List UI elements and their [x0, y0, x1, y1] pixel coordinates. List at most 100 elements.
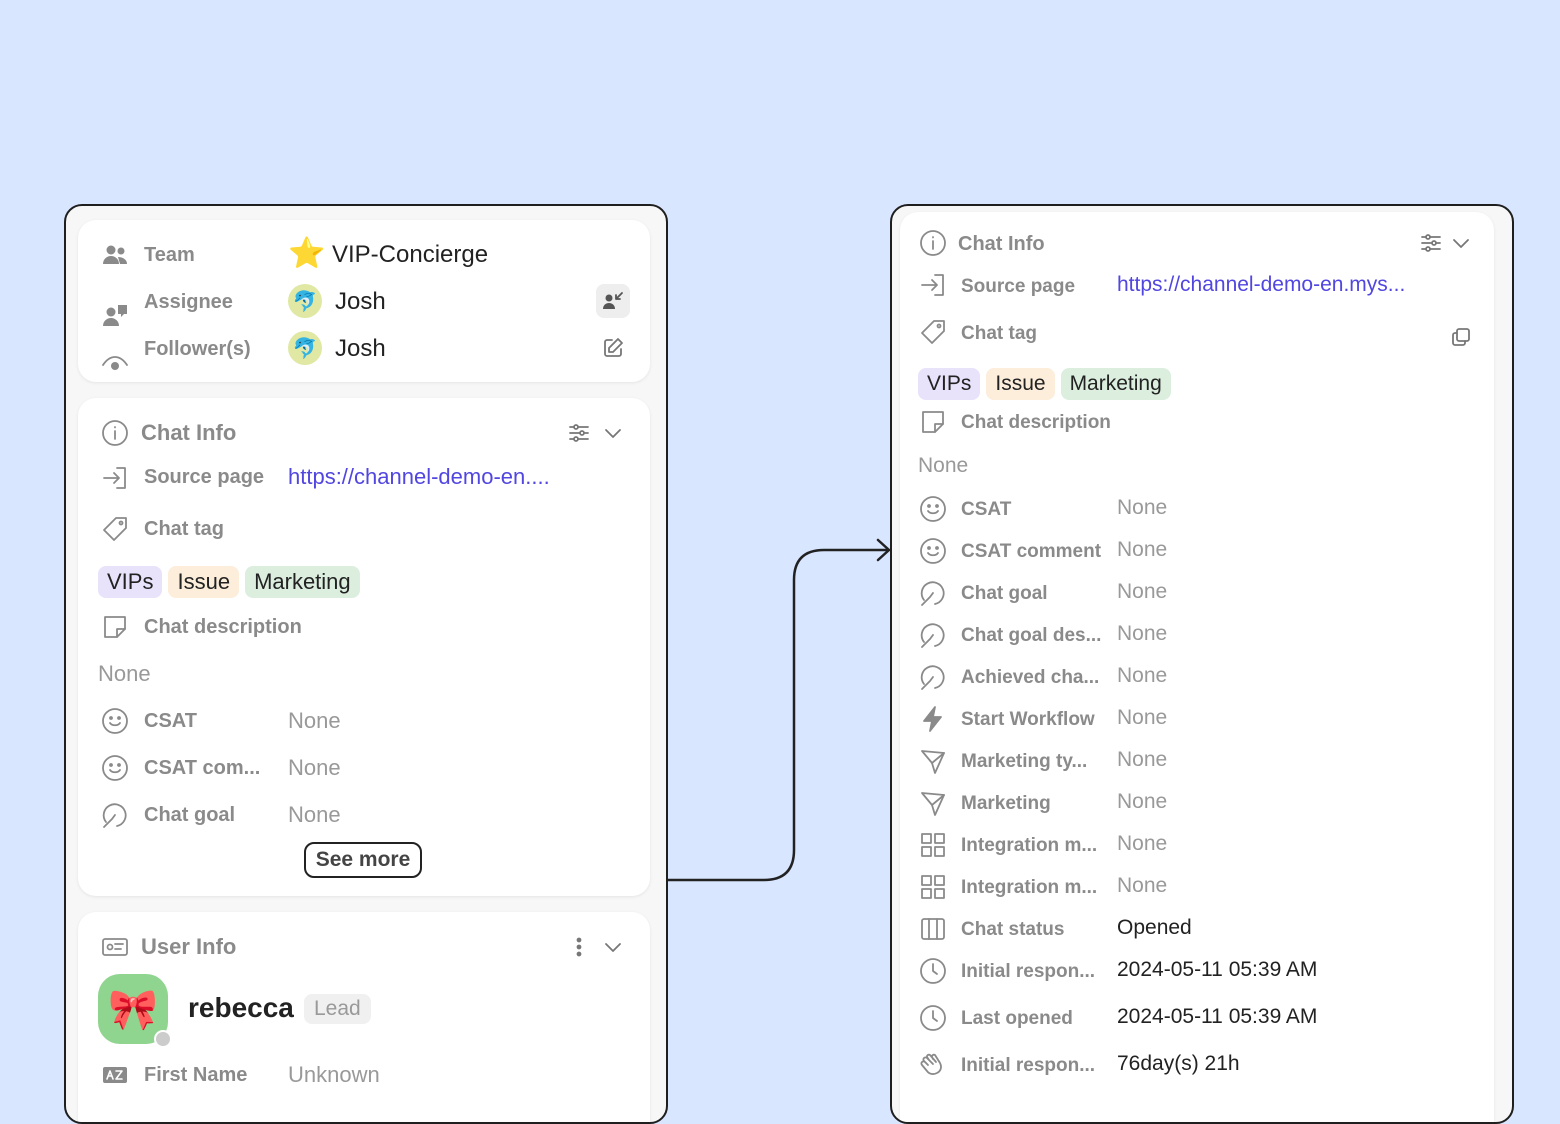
- field-value[interactable]: None: [288, 802, 341, 828]
- note-icon: [98, 610, 132, 644]
- edit-followers-button[interactable]: [596, 331, 630, 365]
- az-icon: [98, 1058, 132, 1092]
- source-page-link[interactable]: https://channel-demo-en....: [288, 464, 550, 490]
- field-value[interactable]: 2024-05-11 05:39 AM: [1117, 1005, 1317, 1029]
- grid-icon: [916, 828, 950, 862]
- field-label: Integration m...: [961, 877, 1098, 898]
- field-value[interactable]: None: [1117, 790, 1167, 814]
- see-more-button[interactable]: See more: [304, 842, 422, 878]
- online-status-dot: [154, 1030, 172, 1048]
- assignee-label: Assignee: [144, 291, 233, 313]
- chat-tag-label: Chat tag: [144, 518, 224, 540]
- chat-description-value: None: [98, 661, 151, 686]
- send-icon: [916, 744, 950, 778]
- field-label: Last opened: [961, 1008, 1073, 1029]
- copy-icon[interactable]: [1444, 320, 1478, 354]
- chat-description-value: None: [918, 454, 969, 477]
- smile-icon: [98, 704, 132, 738]
- field-value[interactable]: None: [1117, 706, 1167, 730]
- field-label: Marketing ty...: [961, 751, 1088, 772]
- first-name-value[interactable]: Unknown: [288, 1062, 380, 1088]
- user-info-title: User Info: [141, 934, 237, 959]
- field-value[interactable]: None: [1117, 874, 1167, 898]
- team-value[interactable]: VIP-Concierge: [332, 241, 488, 269]
- tag-vips[interactable]: VIPs: [918, 368, 981, 400]
- chat-info-title: Chat Info: [141, 420, 237, 445]
- star-icon: ⭐: [288, 237, 326, 270]
- info-icon: [98, 416, 132, 450]
- chat-description-label: Chat description: [961, 412, 1111, 433]
- more-options-icon[interactable]: [562, 930, 596, 964]
- field-value[interactable]: None: [1117, 832, 1167, 856]
- source-page-link[interactable]: https://channel-demo-en.mys...: [1117, 273, 1405, 297]
- left-panel: Team ⭐ VIP-Concierge Assignee 🐬 Josh Fol…: [64, 204, 668, 1124]
- assignee-avatar: 🐬: [288, 284, 322, 318]
- field-label: CSAT: [961, 499, 1012, 520]
- smile-icon: [916, 534, 950, 568]
- tag-issue[interactable]: Issue: [168, 566, 240, 598]
- source-page-label: Source page: [961, 276, 1076, 297]
- smile-icon: [98, 751, 132, 785]
- field-label: Chat goal des...: [961, 625, 1102, 646]
- field-label: CSAT: [144, 710, 197, 732]
- field-value[interactable]: Opened: [1117, 916, 1192, 940]
- field-value[interactable]: None: [288, 708, 341, 734]
- right-panel: Chat Info Source page https://channel-de…: [890, 204, 1514, 1124]
- user-name: rebecca: [188, 992, 294, 1023]
- team-icon: [98, 238, 132, 272]
- source-page-icon: [98, 461, 132, 495]
- user-info-card: User Info 🎀 rebecca Lead First Name Unkn…: [78, 912, 650, 1122]
- field-value[interactable]: 76day(s) 21h: [1117, 1052, 1240, 1076]
- chat-tags: VIPs Issue Marketing: [98, 566, 366, 598]
- settings-sliders-icon[interactable]: [562, 416, 596, 450]
- assignment-card: Team ⭐ VIP-Concierge Assignee 🐬 Josh Fol…: [78, 220, 650, 382]
- info-icon: [916, 226, 950, 260]
- field-label: Integration m...: [961, 835, 1098, 856]
- field-value[interactable]: None: [288, 755, 341, 781]
- field-value[interactable]: None: [1117, 538, 1167, 562]
- first-name-label: First Name: [144, 1064, 248, 1086]
- field-value[interactable]: None: [1117, 748, 1167, 772]
- columns-icon: [916, 912, 950, 946]
- goal-icon: [916, 576, 950, 610]
- grid-icon: [916, 870, 950, 904]
- note-icon: [916, 405, 950, 439]
- field-value[interactable]: None: [1117, 496, 1167, 520]
- field-label: Chat goal: [144, 804, 236, 826]
- tag-icon: [916, 315, 950, 349]
- chat-info-title: Chat Info: [958, 233, 1045, 255]
- chevron-down-icon[interactable]: [596, 930, 630, 964]
- field-label: Initial respon...: [961, 961, 1096, 982]
- field-value[interactable]: None: [1117, 664, 1167, 688]
- source-page-label: Source page: [144, 466, 265, 488]
- eye-icon: [98, 346, 132, 380]
- goal-icon: [98, 798, 132, 832]
- clock-icon: [916, 1001, 950, 1035]
- chevron-down-icon[interactable]: [1444, 226, 1478, 260]
- chat-description-label: Chat description: [144, 616, 302, 638]
- chat-info-expanded-card: Chat Info Source page https://channel-de…: [900, 212, 1494, 1122]
- assignee-icon: [98, 298, 132, 332]
- assignee-name[interactable]: Josh: [335, 288, 386, 316]
- goal-icon: [916, 660, 950, 694]
- tag-marketing[interactable]: Marketing: [245, 566, 360, 598]
- tag-vips[interactable]: VIPs: [98, 566, 163, 598]
- chevron-down-icon[interactable]: [596, 416, 630, 450]
- id-card-icon: [98, 930, 132, 964]
- settings-sliders-icon[interactable]: [1414, 226, 1448, 260]
- lightning-icon: [916, 702, 950, 736]
- field-value[interactable]: None: [1117, 622, 1167, 646]
- assign-to-me-button[interactable]: [596, 284, 630, 318]
- goal-icon: [916, 618, 950, 652]
- tag-icon: [98, 512, 132, 546]
- field-value[interactable]: None: [1117, 580, 1167, 604]
- chat-info-card: Chat Info Source page https://channel-de…: [78, 398, 650, 896]
- field-label: CSAT com...: [144, 757, 261, 779]
- user-badge: Lead: [304, 994, 371, 1024]
- wave-icon: [916, 1048, 950, 1082]
- tag-issue[interactable]: Issue: [986, 368, 1055, 400]
- tag-marketing[interactable]: Marketing: [1060, 368, 1171, 400]
- chat-tag-label: Chat tag: [961, 323, 1037, 344]
- follower-name[interactable]: Josh: [335, 335, 386, 363]
- field-value[interactable]: 2024-05-11 05:39 AM: [1117, 958, 1317, 982]
